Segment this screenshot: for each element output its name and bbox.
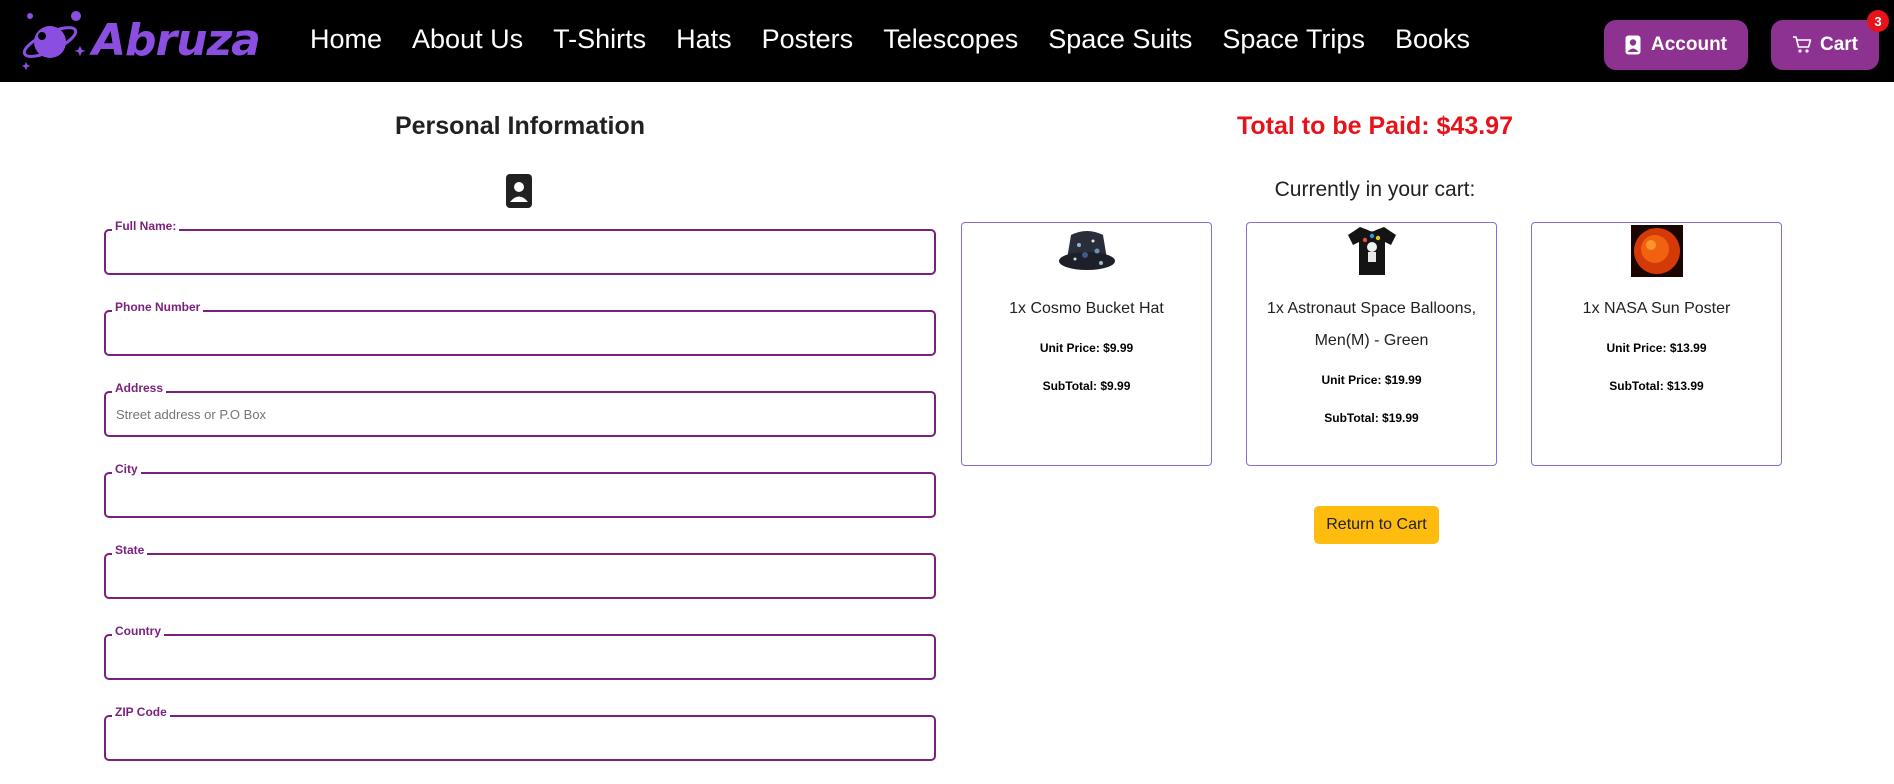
nav-link-books[interactable]: Books [1395, 20, 1470, 58]
city-input[interactable] [116, 482, 916, 508]
main-nav: Home About Us T-Shirts Hats Posters Tele… [310, 20, 1500, 58]
state-input[interactable] [116, 563, 916, 589]
full-name-label: Full Name: [112, 219, 180, 233]
zip-code-label: ZIP Code [112, 705, 170, 719]
nav-link-t-shirts[interactable]: T-Shirts [553, 20, 646, 58]
cart-item-subtotal: SubTotal: $9.99 [1042, 379, 1131, 393]
nav-link-space-trips[interactable]: Space Trips [1222, 20, 1365, 58]
nav-link-hats[interactable]: Hats [676, 20, 732, 58]
profile-icon [506, 174, 532, 208]
total-to-be-paid: Total to be Paid: $43.97 [1236, 112, 1513, 140]
return-to-cart-button[interactable]: Return to Cart [1314, 506, 1439, 544]
cart-item-name: 1x NASA Sun Poster [1582, 300, 1731, 317]
personal-information-title: Personal Information [394, 112, 646, 140]
cart-item-unit-price: Unit Price: $19.99 [1321, 373, 1422, 387]
nav-link-home[interactable]: Home [310, 20, 382, 58]
account-label: Account [1651, 34, 1727, 55]
bucket-hat-image [1058, 231, 1115, 270]
cart-icon [1792, 36, 1812, 53]
cart-item-card: 1x Cosmo Bucket Hat Unit Price: $9.99 Su… [961, 222, 1212, 466]
cart-item-subtotal: SubTotal: $13.99 [1609, 379, 1704, 393]
address-field: Address [104, 381, 936, 437]
navbar: Abruza Home About Us T-Shirts Hats Poste… [0, 0, 1894, 82]
city-label: City [112, 462, 141, 476]
astronaut-tshirt-image [1347, 227, 1396, 275]
country-label: Country [112, 624, 164, 638]
cart-item-name: 1x Cosmo Bucket Hat [1009, 300, 1164, 317]
cart-item-unit-price: Unit Price: $13.99 [1606, 341, 1707, 355]
address-input[interactable] [116, 401, 916, 427]
cart-item-card: 1x NASA Sun Poster Unit Price: $13.99 Su… [1531, 222, 1782, 466]
phone-number-label: Phone Number [112, 300, 204, 314]
cart-heading: Currently in your cart: [1274, 178, 1476, 201]
account-icon [1625, 35, 1641, 55]
cart-item-subtotal: SubTotal: $19.99 [1324, 411, 1419, 425]
nav-link-space-suits[interactable]: Space Suits [1048, 20, 1192, 58]
cart-label: Cart [1819, 34, 1858, 55]
planet-logo-icon [21, 11, 86, 70]
phone-number-input[interactable] [116, 320, 916, 346]
cart-button[interactable]: Cart [1771, 20, 1879, 70]
account-button[interactable]: Account [1604, 20, 1748, 70]
state-label: State [112, 543, 148, 557]
nav-link-posters[interactable]: Posters [762, 20, 854, 58]
cart-item-name: 1x Astronaut Space Balloons, Men(M) - Gr… [1266, 300, 1477, 349]
brand-name: Abruza [92, 14, 261, 66]
brand-logo[interactable]: Abruza [18, 6, 263, 74]
zip-code-field: ZIP Code [104, 705, 936, 761]
cart-item-unit-price: Unit Price: $9.99 [1039, 341, 1134, 355]
sun-poster-image [1630, 225, 1683, 277]
full-name-field: Full Name: [104, 219, 936, 275]
cart-count-badge: 3 [1867, 10, 1889, 32]
full-name-input[interactable] [116, 239, 916, 265]
address-label: Address [112, 381, 167, 395]
cart-item-card: 1x Astronaut Space Balloons, Men(M) - Gr… [1246, 222, 1497, 466]
zip-code-input[interactable] [116, 725, 916, 751]
nav-link-telescopes[interactable]: Telescopes [883, 20, 1018, 58]
phone-number-field: Phone Number [104, 300, 936, 356]
country-field: Country [104, 624, 936, 680]
nav-link-about-us[interactable]: About Us [412, 20, 523, 58]
city-field: City [104, 462, 936, 518]
state-field: State [104, 543, 936, 599]
country-input[interactable] [116, 644, 916, 670]
